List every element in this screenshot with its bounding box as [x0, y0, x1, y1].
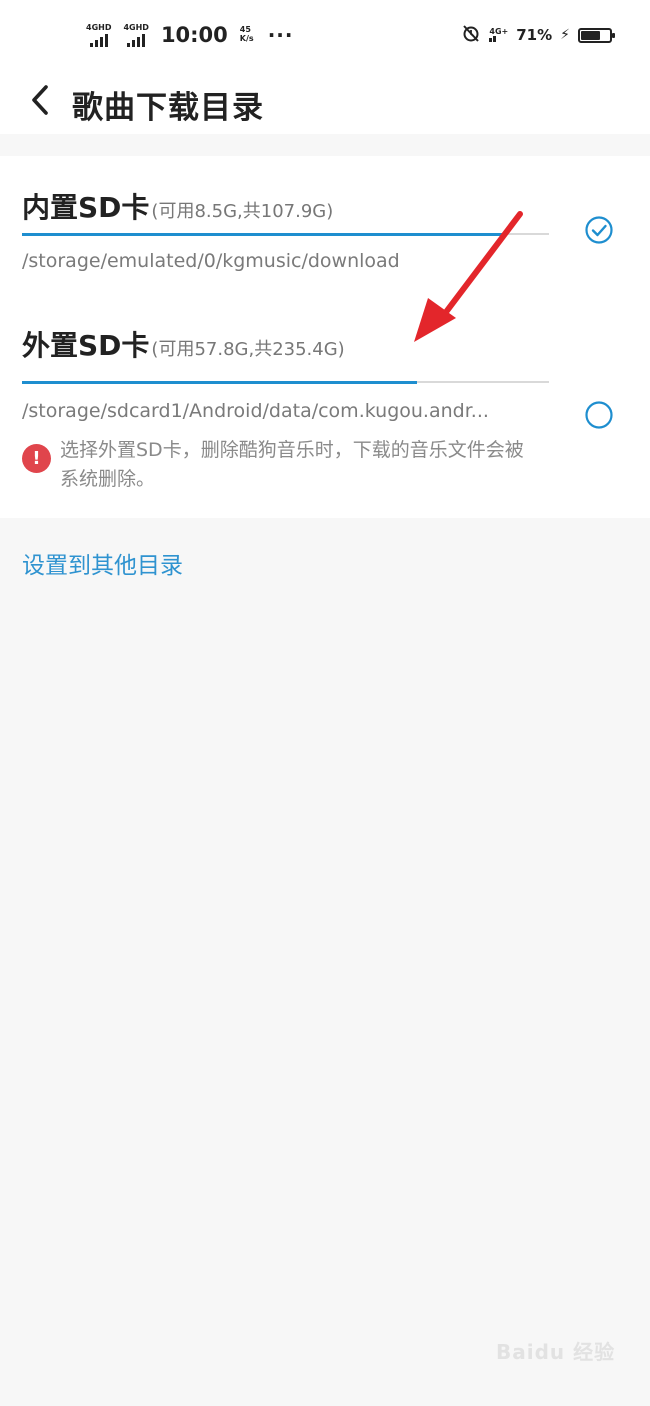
warning-text: 选择外置SD卡，删除酷狗音乐时，下载的音乐文件会被系统删除。 [60, 439, 524, 490]
network-speed: 45 K/s [239, 25, 254, 44]
option-capacity: (可用8.5G,共107.9G) [151, 201, 334, 222]
storage-usage-bar [22, 381, 549, 384]
app-header: 歌曲下载目录 [0, 70, 650, 134]
set-other-directory-link[interactable]: 设置到其他目录 [22, 546, 183, 580]
chevron-left-icon [30, 84, 50, 120]
volte-label: 4G+ [489, 26, 509, 36]
signal-icon: 4GHD [123, 22, 149, 47]
alarm-off-icon [461, 23, 481, 47]
sim2-label: 4GHD [123, 22, 149, 32]
back-button[interactable] [20, 80, 60, 124]
status-bar: 4GHD 4GHD 10:00 45 K/s ··· 4G+ 71% ⚡ [0, 0, 650, 70]
battery-icon [578, 27, 615, 43]
sim1-label: 4GHD [86, 22, 112, 32]
option-path: /storage/sdcard1/Android/data/com.kugou.… [22, 400, 489, 422]
option-title: 内置SD卡 (可用8.5G,共107.9G) [22, 186, 333, 226]
more-notifications-icon: ··· [267, 23, 294, 47]
option-path: /storage/emulated/0/kgmusic/download [22, 250, 400, 272]
charging-icon: ⚡ [560, 27, 570, 43]
internal-sd-option[interactable]: 内置SD卡 (可用8.5G,共107.9G) /storage/emulated… [0, 156, 650, 291]
external-sd-option[interactable]: 外置SD卡 (可用57.8G,共235.4G) /storage/sdcard1… [0, 296, 650, 429]
status-right: 4G+ 71% ⚡ [461, 18, 615, 52]
storage-options-card: 内置SD卡 (可用8.5G,共107.9G) /storage/emulated… [0, 156, 650, 518]
option-name: 外置SD卡 [22, 329, 150, 362]
external-sd-warning: ! 选择外置SD卡，删除酷狗音乐时，下载的音乐文件会被系统删除。 [22, 436, 540, 494]
storage-usage-fill [22, 381, 418, 384]
watermark-logo: Baidu 经验 [496, 1340, 616, 1364]
option-capacity: (可用57.8G,共235.4G) [151, 339, 345, 360]
option-name: 内置SD卡 [22, 191, 150, 224]
radio-unchecked-icon[interactable] [584, 400, 614, 430]
signal-icon: 4GHD [86, 22, 112, 47]
clock: 10:00 [160, 23, 228, 47]
network-speed-unit: K/s [239, 34, 254, 43]
status-left: 4GHD 4GHD 10:00 45 K/s ··· [86, 18, 293, 52]
storage-usage-fill [22, 233, 507, 236]
radio-checked-icon[interactable] [584, 215, 614, 245]
page-title: 歌曲下载目录 [72, 90, 264, 126]
battery-percent: 71% [516, 26, 553, 44]
volte-indicator: 4G+ [489, 26, 509, 43]
storage-usage-bar [22, 233, 549, 236]
option-title: 外置SD卡 (可用57.8G,共235.4G) [22, 324, 345, 364]
exclamation-icon: ! [22, 444, 51, 473]
